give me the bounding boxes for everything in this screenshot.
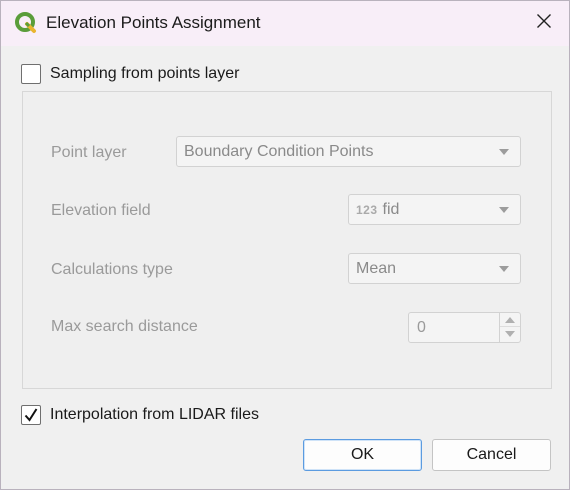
sampling-options-group: Point layer Boundary Condition Points El… xyxy=(22,91,552,389)
elevation-field-label: Elevation field xyxy=(51,202,151,219)
elevation-field-combo[interactable]: 123 fid xyxy=(348,194,521,225)
point-layer-label: Point layer xyxy=(51,144,127,161)
elevation-field-value: fid xyxy=(382,200,400,218)
checkmark-icon xyxy=(24,408,38,422)
dialog-content: Sampling from points layer Point layer B… xyxy=(1,46,569,489)
chevron-down-icon xyxy=(499,149,509,155)
interpolation-checkbox[interactable] xyxy=(21,405,41,425)
chevron-down-icon xyxy=(499,266,509,272)
calculations-type-label: Calculations type xyxy=(51,261,173,278)
spin-buttons xyxy=(499,313,520,342)
interpolation-checkbox-row[interactable]: Interpolation from LIDAR files xyxy=(21,405,259,425)
spin-down-button[interactable] xyxy=(500,327,520,341)
interpolation-checkbox-label: Interpolation from LIDAR files xyxy=(50,406,259,423)
max-search-distance-label: Max search distance xyxy=(51,318,198,335)
close-icon xyxy=(536,13,552,34)
point-layer-combo[interactable]: Boundary Condition Points xyxy=(176,136,521,167)
close-button[interactable] xyxy=(519,1,569,46)
point-layer-value: Boundary Condition Points xyxy=(184,142,374,160)
numeric-field-icon: 123 xyxy=(356,202,378,217)
calculations-type-value: Mean xyxy=(356,259,397,277)
title-bar[interactable]: Elevation Points Assignment xyxy=(1,1,569,46)
window-title: Elevation Points Assignment xyxy=(46,13,261,32)
cancel-button[interactable]: Cancel xyxy=(432,439,551,471)
max-search-distance-input[interactable] xyxy=(409,313,499,342)
ok-button[interactable]: OK xyxy=(303,439,422,471)
spin-up-button[interactable] xyxy=(500,313,520,327)
dialog-window: Elevation Points Assignment Sampling fro… xyxy=(0,0,570,490)
sampling-checkbox[interactable] xyxy=(21,64,41,84)
sampling-checkbox-label: Sampling from points layer xyxy=(50,65,240,82)
max-search-distance-spinbox xyxy=(408,312,521,343)
chevron-down-icon xyxy=(499,207,509,213)
calculations-type-combo[interactable]: Mean xyxy=(348,253,521,284)
qgis-logo-icon xyxy=(14,11,38,35)
sampling-checkbox-row[interactable]: Sampling from points layer xyxy=(21,64,239,84)
